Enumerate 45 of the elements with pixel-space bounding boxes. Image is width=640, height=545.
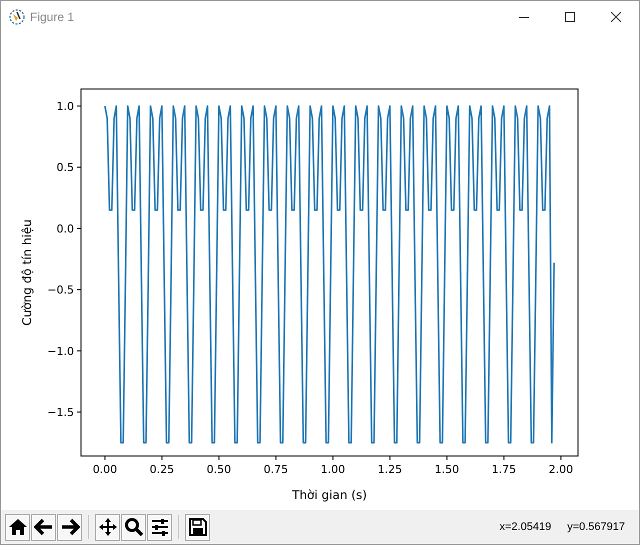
home-button[interactable] <box>5 514 30 540</box>
figure-app-icon <box>9 8 25 24</box>
y-tick-label: −1.5 <box>47 406 74 420</box>
y-axis-label: Cường độ tín hiệu <box>20 219 34 326</box>
maximize-icon[interactable] <box>565 12 575 22</box>
x-tick-label: 2.00 <box>548 463 574 476</box>
y-tick <box>76 106 82 107</box>
y-tick-label: −0.5 <box>47 284 74 297</box>
x-tick-label: 0.00 <box>92 463 118 476</box>
x-tick-label: 1.75 <box>492 463 516 476</box>
y-tick-label: −1.0 <box>47 344 74 358</box>
y-tick <box>76 412 82 413</box>
x-tick <box>560 456 562 460</box>
x-tick-label: 1.25 <box>378 463 402 476</box>
y-tick-label: 0.0 <box>56 222 74 236</box>
cursor-coordinate: y=0.567917 <box>567 521 625 533</box>
x-tick-label: 1.50 <box>434 463 460 476</box>
x-tick <box>446 456 448 460</box>
configure-subplots-button[interactable] <box>147 514 172 540</box>
x-tick <box>275 456 276 460</box>
window-title: Figure 1 <box>30 10 74 24</box>
y-tick <box>76 166 82 168</box>
x-tick <box>218 456 220 460</box>
y-tick <box>76 350 82 352</box>
x-tick-label: 0.50 <box>206 463 232 476</box>
x-tick-label: 0.25 <box>150 463 174 476</box>
y-tick-label: 1.0 <box>56 100 74 114</box>
x-tick <box>104 456 106 460</box>
x-tick <box>503 456 504 460</box>
x-tick <box>161 456 162 460</box>
forward-button[interactable] <box>57 514 82 540</box>
close-icon[interactable] <box>611 12 621 22</box>
x-axis-label: Thời gian (s) <box>292 488 367 502</box>
x-tick <box>332 456 334 460</box>
pan-button[interactable] <box>95 514 120 540</box>
zoom-button[interactable] <box>121 514 146 540</box>
y-tick-label: 0.5 <box>56 161 74 174</box>
cursor-coordinate: x=2.05419 <box>500 521 552 533</box>
y-tick <box>76 289 82 290</box>
x-tick-label: 0.75 <box>264 463 288 476</box>
back-button[interactable] <box>31 514 56 540</box>
save-button[interactable] <box>185 514 210 540</box>
x-tick-label: 1.00 <box>320 463 346 476</box>
x-tick <box>389 456 390 460</box>
y-tick <box>76 228 82 229</box>
